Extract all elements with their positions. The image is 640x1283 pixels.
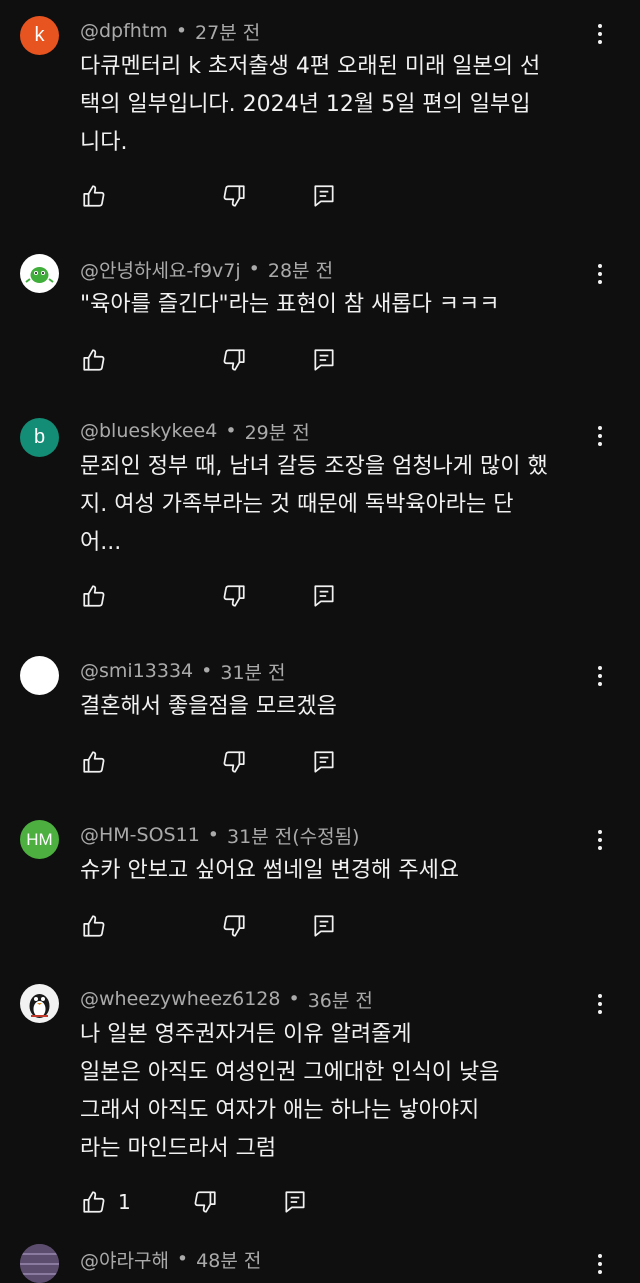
- comment-actions: 1: [80, 1188, 309, 1216]
- author-name[interactable]: @HM-SOS11: [80, 824, 200, 846]
- thumbs-down-icon[interactable]: [220, 912, 248, 940]
- timestamp[interactable]: 31분 전: [220, 658, 285, 685]
- reply-comment-icon[interactable]: [310, 912, 338, 940]
- green-character-icon: [25, 267, 54, 283]
- avatar[interactable]: [20, 656, 59, 695]
- author-name[interactable]: @dpfhtm: [80, 20, 168, 42]
- thumbs-up-icon[interactable]: [80, 182, 108, 210]
- author-name[interactable]: @blueskykee4: [80, 420, 217, 442]
- like-count: 1: [118, 1190, 131, 1214]
- thumbs-down-icon[interactable]: [220, 182, 248, 210]
- author-name[interactable]: @야라구해: [80, 1246, 169, 1273]
- comment-meta: @HM-SOS11 • 31분 전(수정됨): [80, 820, 359, 850]
- avatar[interactable]: HM: [20, 820, 59, 859]
- comment-text: 문죄인 정부 때, 남녀 갈등 조장을 엄청나게 많이 했 지. 여성 가족부라…: [80, 454, 548, 555]
- avatar[interactable]: k: [20, 16, 59, 55]
- avatar-letter: HM: [26, 829, 53, 849]
- reply-comment-icon[interactable]: [310, 346, 338, 374]
- avatar[interactable]: [20, 254, 59, 293]
- thumbs-down-icon[interactable]: [191, 1188, 219, 1216]
- comment-text: "육아를 즐긴다"라는 표현이 참 새롭다 ㅋㅋㅋ: [80, 292, 500, 317]
- comment-actions: [80, 346, 338, 374]
- thumbs-up-icon[interactable]: [80, 1188, 108, 1216]
- reply-comment-icon[interactable]: [310, 182, 338, 210]
- more-vert-icon[interactable]: [590, 424, 610, 448]
- avatar[interactable]: [20, 1244, 59, 1283]
- avatar[interactable]: [20, 984, 59, 1023]
- more-vert-icon[interactable]: [590, 828, 610, 852]
- avatar[interactable]: b: [20, 418, 59, 457]
- more-vert-icon[interactable]: [590, 664, 610, 688]
- comment-actions: [80, 582, 338, 610]
- separator-dot: •: [201, 660, 213, 682]
- timestamp[interactable]: 36분 전: [308, 986, 373, 1013]
- comment-actions: [80, 748, 338, 776]
- comment-text: 슈카 안보고 싶어요 썸네일 변경해 주세요: [80, 858, 460, 883]
- comment-meta: @wheezywheez6128 • 36분 전: [80, 984, 373, 1014]
- timestamp[interactable]: 27분 전: [195, 18, 260, 45]
- timestamp[interactable]: 31분 전(수정됨): [227, 822, 359, 849]
- more-vert-icon[interactable]: [590, 992, 610, 1016]
- thumbs-up-icon[interactable]: [80, 912, 108, 940]
- comment-text: 결혼해서 좋을점을 모르겠음: [80, 694, 337, 719]
- comment-text: 다큐멘터리 k 초저출생 4편 오래된 미래 일본의 선 택의 일부입니다. 2…: [80, 54, 541, 155]
- more-vert-icon[interactable]: [590, 262, 610, 286]
- author-name[interactable]: @안녕하세요-f9v7j: [80, 256, 241, 283]
- comment-meta: @dpfhtm • 27분 전: [80, 16, 260, 46]
- comment-meta: @blueskykee4 • 29분 전: [80, 416, 310, 446]
- timestamp[interactable]: 48분 전: [196, 1246, 261, 1273]
- author-name[interactable]: @wheezywheez6128: [80, 988, 280, 1010]
- comment-actions: [80, 912, 338, 940]
- thumbs-down-icon[interactable]: [220, 346, 248, 374]
- separator-dot: •: [175, 20, 188, 42]
- more-vert-icon[interactable]: [590, 1252, 610, 1276]
- avatar-letter: b: [33, 426, 46, 448]
- comment-meta: @안녕하세요-f9v7j • 28분 전: [80, 254, 333, 284]
- timestamp[interactable]: 28분 전: [268, 256, 333, 283]
- penguin-icon: [29, 994, 50, 1018]
- reply-comment-icon[interactable]: [310, 582, 338, 610]
- thumbs-up-icon[interactable]: [80, 582, 108, 610]
- more-vert-icon[interactable]: [590, 22, 610, 46]
- reply-comment-icon[interactable]: [310, 748, 338, 776]
- separator-dot: •: [225, 420, 237, 442]
- thumbs-down-icon[interactable]: [220, 748, 248, 776]
- reply-comment-icon[interactable]: [281, 1188, 309, 1216]
- author-name[interactable]: @smi13334: [80, 660, 193, 682]
- comment-text: 나 일본 영주권자거든 이유 알려줄게 일본은 아직도 여성인권 그에대한 인식…: [80, 1022, 500, 1161]
- separator-dot: •: [176, 1248, 189, 1270]
- thumbs-down-icon[interactable]: [220, 582, 248, 610]
- pattern-avatar-icon: [20, 1244, 59, 1283]
- thumbs-up-icon[interactable]: [80, 748, 108, 776]
- thumbs-up-icon[interactable]: [80, 346, 108, 374]
- separator-dot: •: [248, 258, 260, 280]
- timestamp[interactable]: 29분 전: [245, 418, 310, 445]
- separator-dot: •: [207, 824, 220, 846]
- separator-dot: •: [288, 988, 300, 1010]
- avatar-letter: k: [34, 24, 45, 46]
- comment-meta: @야라구해 • 48분 전: [80, 1244, 261, 1274]
- comment-actions: [80, 182, 338, 210]
- comment-meta: @smi13334 • 31분 전: [80, 656, 286, 686]
